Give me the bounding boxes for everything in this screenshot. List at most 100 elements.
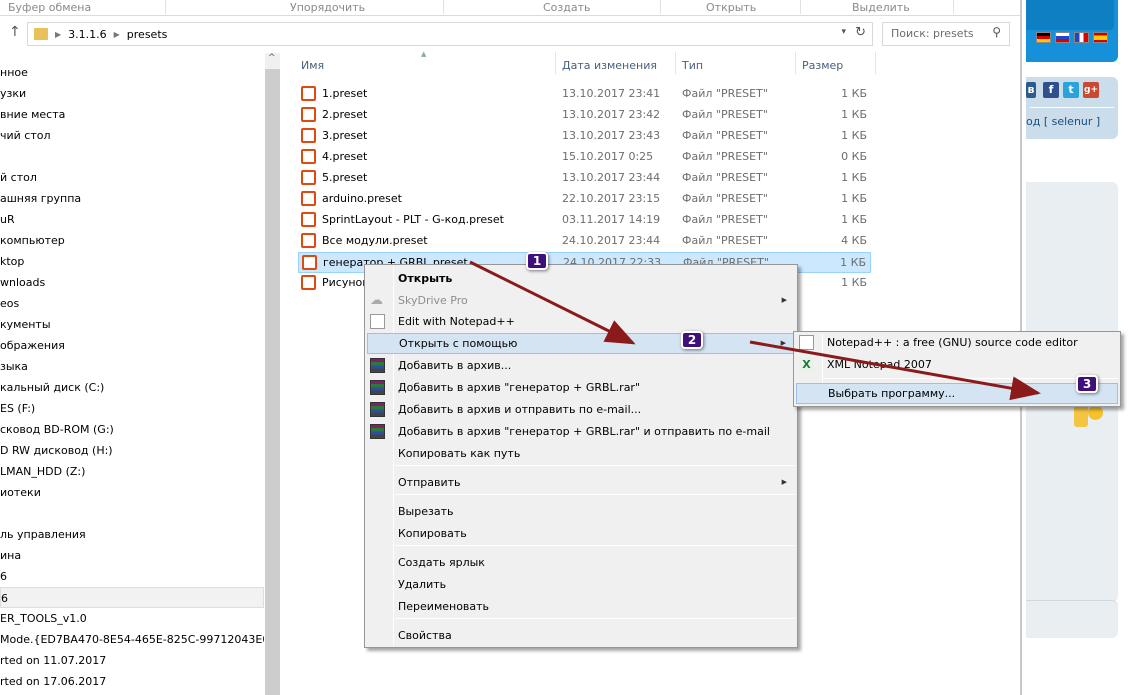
file-type: Файл "PRESET" <box>682 192 768 205</box>
menu-item-delete[interactable]: Удалить <box>367 574 795 595</box>
context-menu: Открыть ☁ SkyDrive Pro ▶ Edit with Notepad++… <box>364 264 798 648</box>
menu-item-open-with[interactable]: Открыть с помощью ▶ <box>367 333 795 354</box>
file-name: 5.preset <box>322 171 368 184</box>
menu-item-edit-notepadpp[interactable]: Edit with Notepad++ <box>367 311 795 332</box>
menu-item-open[interactable]: Открыть <box>367 268 795 289</box>
nav-item[interactable]: сковод BD-ROM (G:) <box>0 419 264 440</box>
nav-item[interactable]: wnloads <box>0 272 264 293</box>
file-row[interactable]: 3.preset 13.10.2017 23:43 Файл "PRESET" 1 К… <box>298 126 871 147</box>
file-row[interactable]: 4.preset 15.10.2017 0:25 Файл "PRESET" 0 КБ <box>298 147 871 168</box>
nav-item[interactable]: иотеки <box>0 482 264 503</box>
chevron-down-icon[interactable]: ▾ <box>841 27 846 37</box>
nav-item[interactable]: ktop <box>0 251 264 272</box>
nav-item[interactable]: кальный диск (C:) <box>0 377 264 398</box>
submenu-item-choose-program[interactable]: Выбрать программу... <box>796 383 1118 404</box>
file-row[interactable]: 5.preset 13.10.2017 23:44 Файл "PRESET" 1 К… <box>298 168 871 189</box>
nav-scrollbar[interactable]: ^ <box>265 53 280 695</box>
menu-item-add-to-rar[interactable]: Добавить в архив "генератор + GRBL.rar" <box>367 377 795 398</box>
column-header-date[interactable]: Дата изменения <box>562 59 657 72</box>
file-row[interactable]: SprintLayout - PLT - G-код.preset 03.11.2… <box>298 210 871 231</box>
column-header-name[interactable]: Имя <box>301 59 324 72</box>
submenu-item-notepadpp[interactable]: Notepad++ : a free (GNU) source code edi… <box>796 332 1118 353</box>
nav-item[interactable]: ображения <box>0 335 264 356</box>
facebook-icon[interactable]: f <box>1043 82 1059 98</box>
nav-item[interactable]: зыка <box>0 356 264 377</box>
cloud-icon: ☁ <box>370 293 383 308</box>
flag-de-icon[interactable] <box>1036 32 1051 43</box>
menu-item-add-rar-email[interactable]: Добавить в архив "генератор + GRBL.rar" … <box>367 421 795 442</box>
file-type: Файл "PRESET" <box>682 213 768 226</box>
address-bar[interactable]: ▶ 3.1.1.6 ▶ presets ▾ ↻ <box>27 22 873 46</box>
up-arrow-icon[interactable]: ↑ <box>9 24 21 40</box>
file-size: 1 КБ <box>841 108 867 121</box>
preset-file-icon <box>302 255 317 270</box>
nav-item[interactable]: 6 <box>0 587 264 608</box>
submenu-item-xml-notepad[interactable]: X XML Notepad 2007 <box>796 354 1118 375</box>
search-placeholder: Поиск: presets <box>891 27 974 40</box>
menu-item-add-to-archive[interactable]: Добавить в архив... <box>367 355 795 376</box>
nav-item[interactable] <box>0 503 264 524</box>
nav-item[interactable]: ER_TOOLS_v1.0 <box>0 608 264 629</box>
file-date: 13.10.2017 23:41 <box>562 87 661 100</box>
file-row[interactable]: Все модули.preset 24.10.2017 23:44 Файл "P… <box>298 231 871 252</box>
nav-item[interactable]: rted on 17.06.2017 <box>0 671 264 692</box>
file-size: 1 КБ <box>841 87 867 100</box>
nav-item[interactable]: ина <box>0 545 264 566</box>
menu-item-create-shortcut[interactable]: Создать ярлык <box>367 552 795 573</box>
column-header-type[interactable]: Тип <box>682 59 703 72</box>
file-row[interactable]: 2.preset 13.10.2017 23:42 Файл "PRESET" 1 К… <box>298 105 871 126</box>
scrollbar-thumb[interactable] <box>265 69 280 695</box>
nav-item[interactable]: ES (F:) <box>0 398 264 419</box>
login-link[interactable]: од [ selenur ] <box>1026 115 1100 128</box>
vk-icon[interactable]: в <box>1026 82 1036 98</box>
nav-item[interactable]: узки <box>0 83 264 104</box>
nav-item[interactable]: eos <box>0 293 264 314</box>
scroll-up-icon[interactable]: ^ <box>268 53 276 63</box>
menu-item-cut[interactable]: Вырезать <box>367 501 795 522</box>
menu-item-properties[interactable]: Свойства <box>367 625 795 646</box>
nav-item[interactable]: кументы <box>0 314 264 335</box>
nav-item[interactable] <box>0 146 264 167</box>
googleplus-icon[interactable]: g+ <box>1083 82 1099 98</box>
menu-item-send-to[interactable]: Отправить ▶ <box>367 472 795 493</box>
winrar-icon <box>370 380 385 395</box>
nav-item[interactable]: компьютер <box>0 230 264 251</box>
nav-item[interactable]: ашняя группа <box>0 188 264 209</box>
twitter-icon[interactable]: t <box>1063 82 1079 98</box>
breadcrumb-item[interactable]: presets <box>127 28 168 41</box>
nav-item[interactable]: ль управления <box>0 524 264 545</box>
nav-item[interactable]: вние места <box>0 104 264 125</box>
flag-fr-icon[interactable] <box>1074 32 1089 43</box>
search-input[interactable]: Поиск: presets ⚲ <box>882 22 1010 46</box>
menu-item-skydrive-pro[interactable]: ☁ SkyDrive Pro ▶ <box>367 290 795 311</box>
menu-item-copy[interactable]: Копировать <box>367 523 795 544</box>
preset-file-icon <box>301 212 316 227</box>
column-header-size[interactable]: Размер <box>802 59 843 72</box>
flag-ru-icon[interactable] <box>1055 32 1070 43</box>
file-row[interactable]: arduino.preset 22.10.2017 23:15 Файл "PRES… <box>298 189 871 210</box>
nav-item[interactable]: й стол <box>0 167 264 188</box>
menu-item-rename[interactable]: Переименовать <box>367 596 795 617</box>
xml-notepad-icon: X <box>799 357 814 372</box>
winrar-icon <box>370 424 385 439</box>
nav-item[interactable]: LMAN_HDD (Z:) <box>0 461 264 482</box>
flag-es-icon[interactable] <box>1093 32 1108 43</box>
file-size: 1 КБ <box>841 129 867 142</box>
nav-item[interactable]: Mode.{ED7BA470-8E54-465E-825C-99712043E0… <box>0 629 264 650</box>
menu-item-add-email[interactable]: Добавить в архив и отправить по e-mail..… <box>367 399 795 420</box>
nav-item[interactable]: uR <box>0 209 264 230</box>
nav-item[interactable]: чий стол <box>0 125 264 146</box>
step-badge-1: 1 <box>526 252 548 270</box>
nav-item[interactable]: 6 <box>0 566 264 587</box>
file-row[interactable]: 1.preset 13.10.2017 23:41 Файл "PRESET" 1 К… <box>298 84 871 105</box>
nav-item[interactable]: rted on 11.07.2017 <box>0 650 264 671</box>
file-date: 13.10.2017 23:44 <box>562 171 661 184</box>
file-type: Файл "PRESET" <box>682 129 768 142</box>
breadcrumb-item[interactable]: 3.1.1.6 <box>68 28 106 41</box>
refresh-icon[interactable]: ↻ <box>855 25 866 40</box>
preset-file-icon <box>301 170 316 185</box>
ribbon-group-organize: Упорядочить <box>290 1 366 14</box>
menu-item-copy-path[interactable]: Копировать как путь <box>367 443 795 464</box>
nav-item[interactable]: нное <box>0 62 264 83</box>
nav-item[interactable]: D RW дисковод (H:) <box>0 440 264 461</box>
